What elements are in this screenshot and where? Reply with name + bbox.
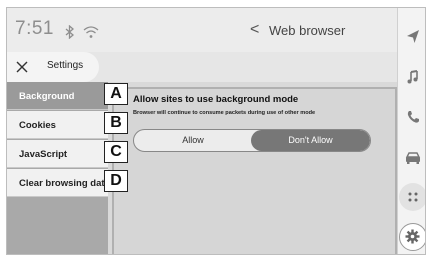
apps-icon [408, 192, 418, 202]
sidebar-item-label: Background [19, 91, 75, 102]
gear-icon [405, 229, 420, 244]
clock: 7:51 [15, 18, 54, 39]
sidebar-item-clear-browsing-data[interactable]: Clear browsing data [7, 169, 110, 197]
settings-close-button[interactable]: Settings [7, 52, 99, 82]
settings-header: Settings [7, 52, 397, 82]
callout-label: C [104, 141, 128, 163]
sidebar-item-cookies[interactable]: Cookies [7, 111, 108, 139]
settings-button[interactable] [399, 223, 425, 251]
bluetooth-icon [65, 25, 74, 39]
panel-title: Allow sites to use background mode [133, 94, 299, 105]
settings-label: Settings [47, 60, 84, 71]
music-icon[interactable] [402, 66, 424, 88]
sidebar-item-background[interactable]: Background [7, 82, 108, 110]
sidebar-item-label: JavaScript [19, 149, 68, 160]
page-title: Web browser [269, 23, 346, 38]
panel-description: Browser will continue to consume packets… [133, 110, 316, 116]
right-rail [397, 8, 425, 254]
back-button[interactable]: < [250, 21, 259, 39]
dont-allow-option-button[interactable]: Don't Allow [251, 130, 370, 151]
close-icon[interactable] [16, 61, 28, 73]
callout-label: A [104, 83, 128, 105]
car-icon[interactable] [402, 146, 424, 168]
navigation-icon[interactable] [402, 26, 424, 48]
status-bar: 7:51 < Web browser [7, 8, 397, 52]
apps-button[interactable] [399, 183, 425, 211]
sidebar-item-javascript[interactable]: JavaScript [7, 140, 108, 168]
sidebar-item-label: Clear browsing data [19, 178, 110, 189]
sidebar-item-label: Cookies [19, 120, 56, 131]
screen-frame: 7:51 < Web browser Settings Background C… [6, 7, 426, 255]
phone-icon[interactable] [402, 106, 424, 128]
callout-label: B [104, 112, 128, 134]
callout-label: D [104, 170, 128, 192]
background-mode-toggle: Allow Don't Allow [133, 129, 371, 152]
allow-option-button[interactable]: Allow [134, 130, 252, 151]
sidebar: Background Cookies JavaScript Clear brow… [7, 82, 110, 254]
wifi-icon [83, 26, 99, 38]
